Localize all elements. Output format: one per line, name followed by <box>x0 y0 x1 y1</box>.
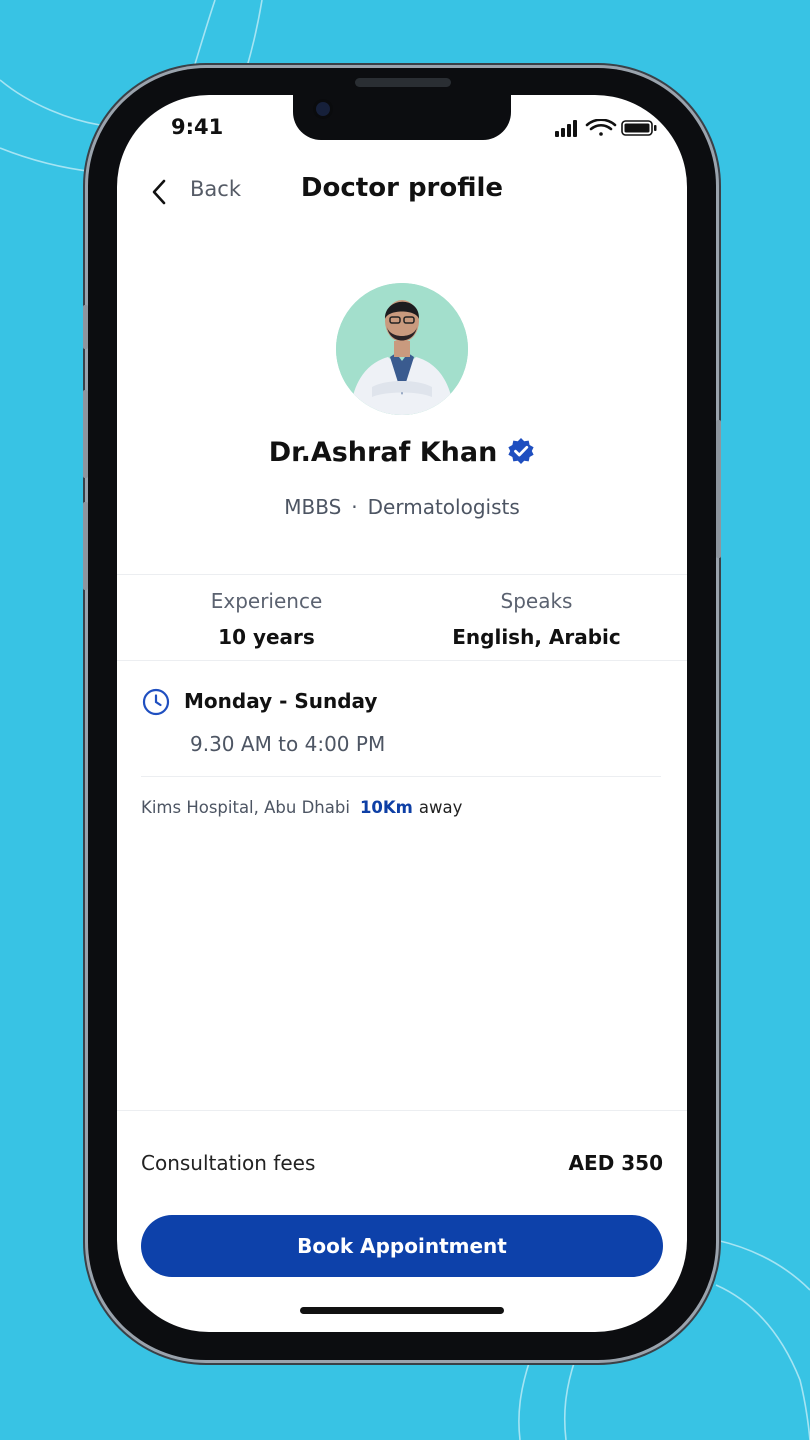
doctor-name-text: Dr.Ashraf Khan <box>268 437 498 468</box>
languages-value: English, Arabic <box>452 625 621 649</box>
specialty: Dermatologists <box>367 495 520 519</box>
languages-label: Speaks <box>500 589 573 613</box>
volume-up-button <box>83 390 88 478</box>
divider-bottom <box>117 1110 687 1111</box>
separator-dot: · <box>351 495 358 519</box>
app-screen: 9:41 Back Doctor profile Dr.Ashraf Khan … <box>117 95 687 1332</box>
signal-icon <box>555 120 577 137</box>
degree: MBBS <box>284 495 342 519</box>
consultation-fee-value: AED 350 <box>568 1151 663 1175</box>
clock-icon <box>142 688 170 716</box>
verified-badge-icon <box>508 438 534 464</box>
book-appointment-button[interactable]: Book Appointment <box>141 1215 663 1277</box>
experience-label: Experience <box>210 589 323 613</box>
wifi-icon <box>585 119 617 136</box>
distance: 10Km <box>359 798 413 817</box>
battery-icon <box>621 120 657 136</box>
hospital-location: Kims Hospital, Abu Dhabi 10Km away <box>141 798 462 817</box>
experience-value: 10 years <box>218 625 315 649</box>
distance-suffix: away <box>418 798 463 817</box>
doctor-qualification: MBBS · Dermatologists <box>117 495 687 519</box>
status-icons <box>555 119 657 137</box>
hospital-name: Kims Hospital, Abu Dhabi <box>141 798 350 817</box>
front-camera <box>316 102 330 116</box>
home-indicator <box>300 1307 504 1314</box>
earpiece-speaker <box>355 78 451 87</box>
status-time: 9:41 <box>171 115 224 139</box>
doctor-name: Dr.Ashraf Khan <box>117 437 687 468</box>
doctor-avatar <box>336 283 468 415</box>
divider-middle <box>117 660 687 661</box>
working-hours: 9.30 AM to 4:00 PM <box>190 732 386 756</box>
page-title: Doctor profile <box>300 173 504 203</box>
divider-schedule <box>141 776 661 777</box>
divider-top <box>117 574 687 575</box>
silent-switch <box>83 305 88 349</box>
volume-down-button <box>83 502 88 590</box>
consultation-fee-label: Consultation fees <box>141 1151 316 1175</box>
working-days: Monday - Sunday <box>184 689 378 713</box>
power-button <box>716 420 721 558</box>
